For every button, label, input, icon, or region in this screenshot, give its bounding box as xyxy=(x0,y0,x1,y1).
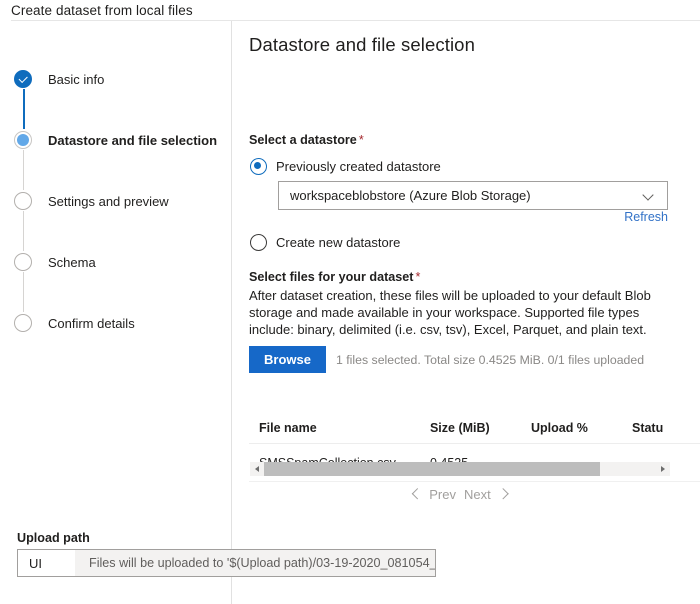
datastore-field-label: Select a datastore* xyxy=(249,133,364,147)
scrollbar-track[interactable] xyxy=(264,462,656,476)
step-connector-3 xyxy=(23,211,24,251)
section-title: Datastore and file selection xyxy=(249,34,475,56)
column-header-size[interactable]: Size (MiB) xyxy=(430,421,531,435)
scroll-right-arrow-icon[interactable] xyxy=(656,462,670,476)
sidebar-step-label: Basic info xyxy=(48,72,104,87)
upload-path-value: Files will be uploaded to '$(Upload path… xyxy=(75,556,436,570)
files-label-text: Select files for your dataset xyxy=(249,270,413,284)
sidebar-step-datastore-and-file-selection[interactable]: Datastore and file selection xyxy=(14,130,217,150)
sidebar-step-label: Datastore and file selection xyxy=(48,133,217,148)
upload-path-field[interactable]: UI Files will be uploaded to '$(Upload p… xyxy=(17,549,436,577)
upload-status-text: 1 files selected. Total size 0.4525 MiB.… xyxy=(336,353,644,367)
sidebar-step-settings-and-preview[interactable]: Settings and preview xyxy=(14,191,169,211)
refresh-link[interactable]: Refresh xyxy=(620,210,668,224)
radio-label: Previously created datastore xyxy=(276,159,441,174)
step-connector-2 xyxy=(23,150,24,190)
browse-button[interactable]: Browse xyxy=(249,346,326,373)
step-current-dot-icon xyxy=(14,131,32,149)
prev-page-label: Prev xyxy=(429,487,456,502)
upload-path-label: Upload path xyxy=(17,531,90,545)
page-title: Create dataset from local files xyxy=(11,3,193,18)
step-pending-circle-icon xyxy=(14,253,32,271)
upload-path-prefix: UI xyxy=(18,550,75,576)
radio-create-new-datastore[interactable]: Create new datastore xyxy=(250,234,400,251)
sidebar-step-label: Settings and preview xyxy=(48,194,169,209)
next-page-label: Next xyxy=(464,487,491,502)
required-asterisk: * xyxy=(359,133,364,147)
step-pending-circle-icon xyxy=(14,192,32,210)
prev-page-button[interactable]: Prev xyxy=(413,487,456,502)
column-header-upload-pct[interactable]: Upload % xyxy=(531,421,632,435)
step-connector-1 xyxy=(23,89,25,129)
scroll-left-arrow-icon[interactable] xyxy=(250,462,264,476)
sidebar-step-label: Confirm details xyxy=(48,316,135,331)
datastore-select-value: workspaceblobstore (Azure Blob Storage) xyxy=(290,188,644,203)
files-description: After dataset creation, these files will… xyxy=(249,287,673,339)
radio-label: Create new datastore xyxy=(276,235,400,250)
sidebar-step-confirm-details[interactable]: Confirm details xyxy=(14,313,135,333)
datastore-label-text: Select a datastore xyxy=(249,133,357,147)
next-page-button[interactable]: Next xyxy=(464,487,507,502)
chevron-down-icon xyxy=(644,190,655,201)
required-asterisk: * xyxy=(415,270,420,284)
sidebar-step-label: Schema xyxy=(48,255,96,270)
step-connector-4 xyxy=(23,272,24,312)
step-pending-circle-icon xyxy=(14,314,32,332)
radio-previously-created-datastore[interactable]: Previously created datastore xyxy=(250,158,441,175)
table-pager: Prev Next xyxy=(250,484,670,504)
sidebar-step-schema[interactable]: Schema xyxy=(14,252,96,272)
files-field-label: Select files for your dataset* xyxy=(249,270,420,284)
radio-selected-icon xyxy=(250,158,267,175)
chevron-right-icon xyxy=(498,490,507,499)
scrollbar-thumb[interactable] xyxy=(264,462,600,476)
chevron-left-icon xyxy=(413,490,422,499)
table-horizontal-scrollbar[interactable] xyxy=(250,462,670,476)
wizard-stepper: Basic info Datastore and file selection … xyxy=(0,21,231,604)
column-header-status[interactable]: Statu xyxy=(632,421,700,435)
radio-unselected-icon xyxy=(250,234,267,251)
column-header-file-name[interactable]: File name xyxy=(249,421,430,435)
main-content: Datastore and file selection Select a da… xyxy=(232,21,700,604)
table-header-row: File name Size (MiB) Upload % Statu xyxy=(249,413,700,444)
datastore-select[interactable]: workspaceblobstore (Azure Blob Storage) xyxy=(278,181,668,210)
sidebar-step-basic-info[interactable]: Basic info xyxy=(14,69,104,89)
step-complete-check-icon xyxy=(14,70,32,88)
